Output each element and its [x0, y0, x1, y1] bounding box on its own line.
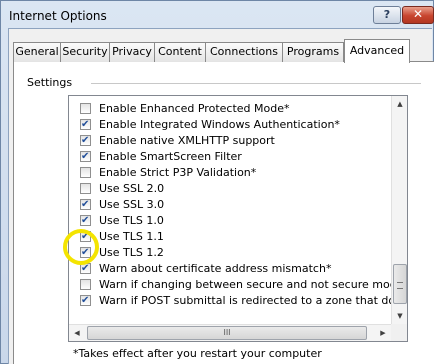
tab-security[interactable]: Security [60, 42, 110, 62]
tab-privacy[interactable]: Privacy [109, 42, 155, 62]
scroll-right-icon[interactable]: ▶ [375, 325, 391, 341]
checkbox[interactable] [80, 133, 91, 149]
tab-programs[interactable]: Programs [282, 42, 344, 62]
setting-label: Warn if POST submittal is redirected to … [99, 294, 408, 307]
setting-label: Enable SmartScreen Filter [99, 150, 242, 163]
setting-label: Use SSL 2.0 [99, 182, 165, 195]
setting-label: Enable Enhanced Protected Mode* [99, 102, 290, 115]
tab-connections[interactable]: Connections [205, 42, 283, 62]
checkbox[interactable] [80, 293, 91, 309]
scroll-up-icon[interactable]: ▲ [392, 96, 407, 112]
checkbox[interactable] [80, 167, 91, 178]
close-button[interactable]: ✕ [402, 6, 434, 24]
setting-label: Use SSL 3.0 [99, 198, 165, 211]
setting-label: Enable Integrated Windows Authentication… [99, 118, 340, 131]
restart-footnote: *Takes effect after you restart your com… [73, 347, 322, 360]
checkbox[interactable] [80, 183, 91, 194]
checkbox[interactable] [80, 117, 91, 133]
setting-label: Enable native XMLHTTP support [99, 134, 275, 147]
group-divider [91, 83, 421, 84]
scroll-left-icon[interactable]: ◀ [69, 325, 85, 341]
title-bar[interactable]: Internet Options ? ✕ [1, 1, 434, 29]
horizontal-scroll-thumb[interactable]: III [87, 326, 367, 340]
setting-label: Use TLS 1.0 [99, 214, 164, 227]
setting-label: Use TLS 1.2 [99, 246, 164, 259]
vertical-scrollbar[interactable]: ▲ ▼ [391, 96, 407, 324]
vertical-scroll-thumb[interactable] [393, 264, 407, 304]
settings-list[interactable]: Enable Enhanced Protected Mode* Enable I… [68, 95, 408, 342]
horizontal-scrollbar[interactable]: ◀ III ▶ [69, 324, 391, 341]
setting-label: Warn if changing between secure and not … [99, 278, 404, 291]
setting-label: Use TLS 1.1 [99, 230, 164, 243]
window-title: Internet Options [9, 9, 107, 23]
checkbox[interactable] [80, 149, 91, 165]
setting-label: Enable Strict P3P Validation* [99, 166, 257, 179]
setting-label: Warn about certificate address mismatch* [99, 262, 332, 275]
scrollbar-corner [391, 324, 407, 341]
checkbox[interactable] [80, 197, 91, 213]
help-button[interactable]: ? [373, 6, 401, 24]
tab-content[interactable]: Content [154, 42, 206, 62]
checkbox[interactable] [80, 279, 91, 290]
checkbox[interactable] [80, 103, 91, 114]
settings-group-label: Settings [24, 76, 76, 89]
highlight-circle [63, 229, 99, 265]
tab-advanced[interactable]: Advanced [344, 39, 410, 63]
checkbox[interactable] [80, 213, 91, 229]
tab-general[interactable]: General [13, 42, 61, 62]
scroll-down-icon[interactable]: ▼ [392, 308, 407, 324]
